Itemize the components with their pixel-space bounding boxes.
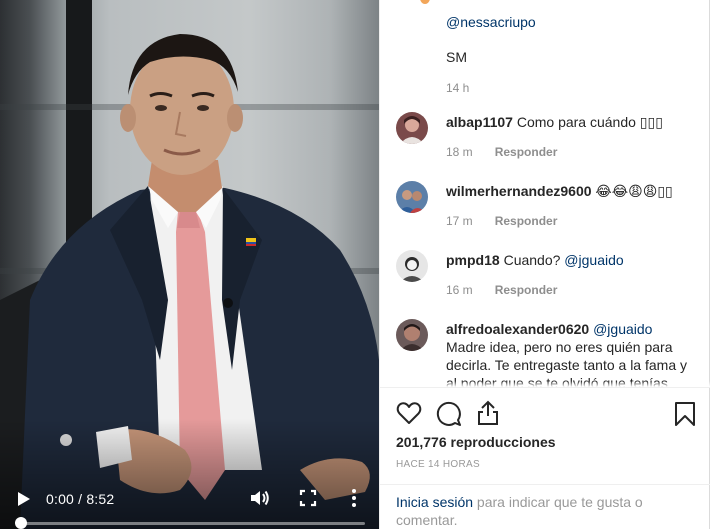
avatar[interactable] (420, 0, 430, 4)
post-side-panel: @nessacriupo SM 14 h albap1107 Como para… (379, 0, 710, 529)
comment-username[interactable]: pmpd18 (446, 252, 500, 268)
login-link[interactable]: Inicia sesión (396, 494, 473, 510)
avatar[interactable] (396, 250, 428, 282)
comment-time: 17 m (446, 214, 473, 228)
heart-icon[interactable] (396, 401, 422, 425)
fullscreen-icon[interactable] (299, 489, 317, 507)
mention-link[interactable]: @jguaido (564, 252, 623, 268)
post-time[interactable]: HACE 14 HORAS (396, 459, 480, 470)
comment-meta: 17 m Responder (446, 214, 557, 228)
volume-icon[interactable] (249, 488, 271, 508)
video-time: 0:00 / 8:52 (46, 491, 115, 507)
post-actions: 201,776 reproducciones HACE 14 HORAS Ini… (380, 387, 710, 529)
comment-text: 😂😂😩😩▯▯ (595, 183, 673, 199)
comment-meta: 18 m Responder (446, 145, 557, 159)
mention-link[interactable]: @jguaido (593, 321, 652, 337)
more-options-icon[interactable] (348, 487, 360, 509)
comment-icon[interactable] (436, 401, 462, 427)
comment-text: Cuando? (503, 252, 565, 268)
comments-list[interactable]: @nessacriupo SM 14 h albap1107 Como para… (380, 0, 710, 387)
comment-body: wilmerhernandez9600 😂😂😩😩▯▯ (446, 182, 696, 200)
avatar[interactable] (396, 112, 428, 144)
comment-body: alfredoalexander0620 @jguaido Madre idea… (446, 320, 696, 387)
reply-button[interactable]: Responder (495, 283, 558, 297)
comment-time: 14 h (446, 81, 470, 95)
video-progress-bar[interactable] (15, 517, 365, 529)
login-prompt: Inicia sesión para indicar que te gusta … (380, 484, 710, 529)
bookmark-icon[interactable] (674, 401, 696, 427)
play-icon[interactable] (14, 490, 32, 508)
comment-text: SM (446, 49, 467, 65)
share-icon[interactable] (476, 400, 500, 426)
mention-link[interactable]: @nessacriupo (446, 14, 536, 30)
reply-button[interactable]: Responder (495, 145, 558, 159)
comment-body: albap1107 Como para cuándo ▯▯▯ (446, 113, 696, 131)
comment-username[interactable]: wilmerhernandez9600 (446, 183, 592, 199)
avatar[interactable] (396, 181, 428, 213)
reply-button[interactable]: Responder (495, 214, 558, 228)
comment-body: pmpd18 Cuando? @jguaido (446, 251, 696, 269)
comment-meta: 16 m Responder (446, 283, 557, 297)
video-player[interactable]: 0:00 / 8:52 (0, 0, 379, 529)
comment-time: 18 m (446, 145, 473, 159)
video-progress-thumb[interactable] (15, 517, 27, 529)
comment-text: Madre idea, pero no eres quién para deci… (446, 339, 687, 387)
comment-username[interactable]: albap1107 (446, 114, 513, 130)
comment-text: Como para cuándo ▯▯▯ (516, 114, 663, 130)
avatar[interactable] (396, 319, 428, 351)
comment-time: 16 m (446, 283, 473, 297)
video-controls: 0:00 / 8:52 (0, 469, 379, 529)
view-count[interactable]: 201,776 reproducciones (396, 434, 556, 450)
comment-username[interactable]: alfredoalexander0620 (446, 321, 589, 337)
